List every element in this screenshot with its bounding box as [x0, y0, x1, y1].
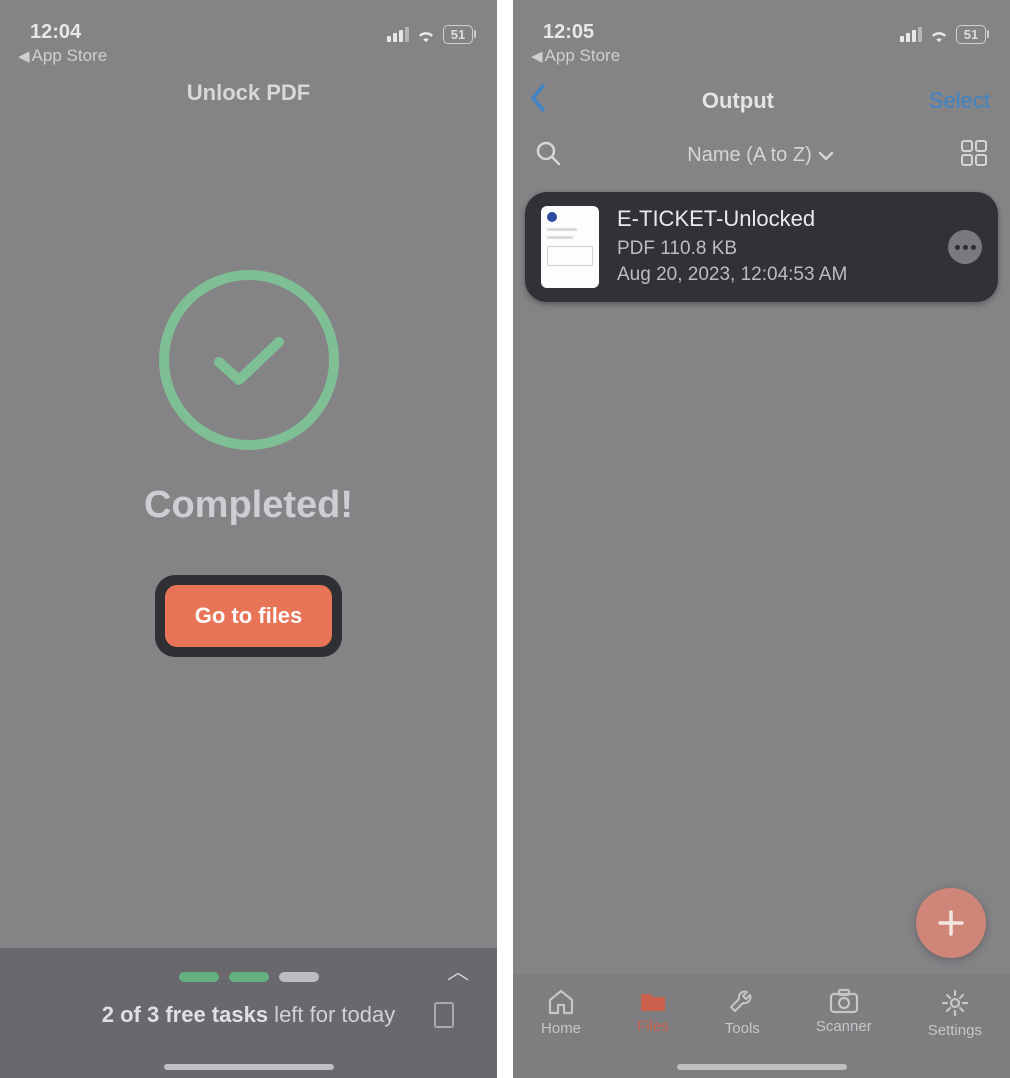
back-app-label: App Store — [545, 46, 621, 66]
list-toolbar: Name (A to Z) — [513, 117, 1010, 172]
tab-label: Settings — [928, 1022, 982, 1039]
success-check-icon — [159, 270, 339, 450]
back-to-appstore[interactable]: ◀ App Store — [0, 46, 497, 74]
wifi-icon — [415, 27, 437, 43]
completion-block: Completed! Go to files — [0, 270, 497, 657]
cellular-icon — [387, 27, 409, 42]
status-bar: 12:05 51 — [513, 0, 1010, 46]
page-title: Unlock PDF — [0, 80, 497, 106]
file-date: Aug 20, 2023, 12:04:53 AM — [617, 262, 930, 288]
home-indicator[interactable] — [677, 1064, 847, 1070]
status-time: 12:05 — [543, 21, 594, 44]
home-icon — [546, 988, 576, 1016]
tasks-count: 2 of 3 free tasks — [102, 1002, 268, 1027]
chevron-up-icon[interactable]: ︿ — [447, 954, 469, 986]
tab-scanner[interactable]: Scanner — [816, 988, 872, 1035]
tab-bar: Home Files Tools Scanner Settings — [513, 974, 1010, 1078]
wifi-icon — [928, 27, 950, 43]
select-button[interactable]: Select — [929, 88, 990, 114]
pill-done — [229, 972, 269, 982]
go-to-files-highlight: Go to files — [155, 575, 343, 657]
tasks-suffix: left for today — [268, 1002, 395, 1027]
file-more-button[interactable] — [948, 230, 982, 264]
file-type-size: PDF 110.8 KB — [617, 236, 930, 262]
status-bar: 12:04 51 — [0, 0, 497, 46]
bottom-promo-panel[interactable]: ︿ 2 of 3 free tasks left for today — [0, 948, 497, 1078]
go-to-files-button[interactable]: Go to files — [165, 585, 333, 647]
home-indicator[interactable] — [164, 1064, 334, 1070]
tab-label: Tools — [725, 1020, 760, 1037]
tab-label: Scanner — [816, 1018, 872, 1035]
back-caret-icon: ◀ — [18, 47, 30, 65]
add-fab-button[interactable] — [916, 888, 986, 958]
tab-label: Files — [637, 1018, 669, 1035]
screen-output-files: 12:05 51 ◀ App Store Output Select Name … — [513, 0, 1010, 1078]
sort-label: Name (A to Z) — [687, 144, 811, 167]
pill-done — [179, 972, 219, 982]
sort-dropdown[interactable]: Name (A to Z) — [687, 144, 833, 167]
plus-icon — [934, 906, 968, 940]
pill-remaining — [279, 972, 319, 982]
back-app-label: App Store — [32, 46, 108, 66]
back-chevron-icon[interactable] — [529, 84, 547, 117]
grid-view-icon[interactable] — [960, 139, 988, 172]
wrench-icon — [727, 988, 757, 1016]
tab-home[interactable]: Home — [541, 988, 581, 1037]
screen-unlock-complete: 12:04 51 ◀ App Store Unlock PDF Complete… — [0, 0, 497, 1078]
camera-icon — [828, 988, 860, 1014]
search-icon[interactable] — [535, 140, 561, 171]
nav-bar: Output Select — [513, 74, 1010, 117]
status-time: 12:04 — [30, 21, 81, 44]
gear-icon — [940, 988, 970, 1018]
tab-files[interactable]: Files — [637, 988, 669, 1035]
file-thumbnail — [541, 206, 599, 288]
nav-title: Output — [702, 88, 774, 114]
battery-icon: 51 — [443, 25, 473, 44]
file-name: E-TICKET-Unlocked — [617, 206, 930, 232]
tab-tools[interactable]: Tools — [725, 988, 760, 1037]
tab-settings[interactable]: Settings — [928, 988, 982, 1039]
battery-icon: 51 — [956, 25, 986, 44]
chevron-down-icon — [818, 151, 834, 161]
status-right: 51 — [387, 25, 473, 44]
status-right: 51 — [900, 25, 986, 44]
folder-icon — [638, 988, 668, 1014]
back-to-appstore[interactable]: ◀ App Store — [513, 46, 1010, 74]
task-progress-pills — [179, 972, 319, 982]
file-row[interactable]: E-TICKET-Unlocked PDF 110.8 KB Aug 20, 2… — [525, 192, 998, 302]
cellular-icon — [900, 27, 922, 42]
back-caret-icon: ◀ — [531, 47, 543, 65]
completed-label: Completed! — [144, 484, 353, 527]
tasks-remaining-text: 2 of 3 free tasks left for today — [102, 1002, 396, 1028]
file-info: E-TICKET-Unlocked PDF 110.8 KB Aug 20, 2… — [617, 206, 930, 287]
tab-label: Home — [541, 1020, 581, 1037]
document-icon — [433, 1001, 455, 1034]
